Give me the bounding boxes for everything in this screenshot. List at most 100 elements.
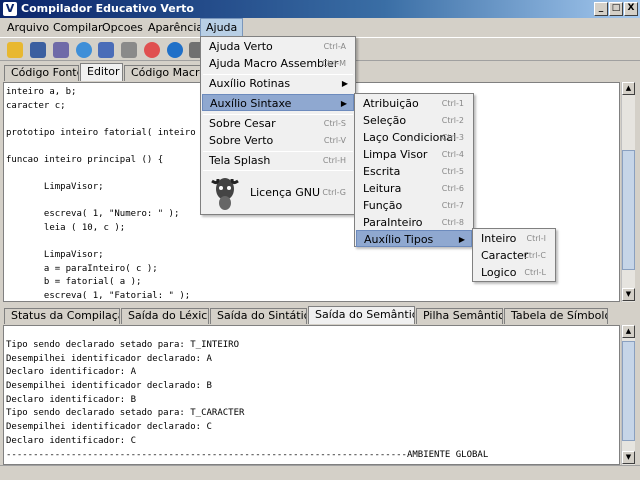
code-line: LimpaVisor;: [6, 250, 104, 261]
submenu-arrow-icon: ▶: [340, 99, 347, 108]
menu-item-auxilio-sintaxe[interactable]: Auxílio Sintaxe ▶: [202, 94, 354, 111]
app-logo-icon: V: [3, 2, 17, 16]
menu-item-auxilio-tipos[interactable]: Auxílio Tipos ▶: [356, 230, 472, 247]
scroll-up-icon[interactable]: ▲: [622, 82, 635, 95]
menu-item-atribuicao[interactable]: Atribuição Ctrl-1: [356, 95, 472, 112]
code-line: prototipo inteiro fatorial( inteiro: [6, 127, 196, 138]
menu-ajuda[interactable]: Ajuda: [200, 18, 244, 37]
menu-aparencia[interactable]: Aparência: [143, 18, 208, 37]
output-line: Declaro identificador: C: [6, 435, 137, 446]
code-line: caracter c;: [6, 100, 66, 111]
tools-button[interactable]: [119, 40, 139, 60]
editor-scrollbar[interactable]: ▲ ▼: [621, 82, 635, 302]
menu-item-limpa-visor[interactable]: Limpa Visor Ctrl-4: [356, 146, 472, 163]
menu-bar: Arquivo Compilar Opcoes Aparência Ajuda: [0, 18, 640, 37]
tab-editor[interactable]: Editor: [80, 63, 123, 81]
code-line: escreva( 1, "Numero: " );: [6, 209, 180, 220]
menu-item-selecao[interactable]: Seleção Ctrl-2: [356, 112, 472, 129]
output-scrollbar[interactable]: ▲ ▼: [621, 325, 635, 465]
gnu-icon: [211, 178, 239, 210]
open-button[interactable]: [5, 40, 25, 60]
output-line: Desempilhei identificador declarado: C: [6, 422, 212, 433]
menu-item-funcao[interactable]: Função Ctrl-7: [356, 197, 472, 214]
menu-item-laco-condicional[interactable]: Laço Condicional Ctrl-3: [356, 129, 472, 146]
output-scroll-thumb[interactable]: [622, 341, 635, 441]
minimize-button[interactable]: _: [594, 2, 608, 16]
menu-item-sobre-verto[interactable]: Sobre Verto Ctrl-V: [202, 132, 354, 149]
tab-saida-sintatico[interactable]: Saída do Sintático: [210, 308, 307, 324]
output-line: Declaro identificador: B: [6, 394, 137, 405]
save-all-button[interactable]: [51, 40, 71, 60]
tab-tabela-simbolos[interactable]: Tabela de Símbolos: [504, 308, 608, 324]
menu-item-ajuda-macro[interactable]: Ajuda Macro Assembler Ctrl-M: [202, 55, 354, 72]
menu-item-sobre-cesar[interactable]: Sobre Cesar Ctrl-S: [202, 115, 354, 132]
scroll-up-icon[interactable]: ▲: [622, 325, 635, 338]
editor-text: inteiro a, b; caracter c; prototipo inte…: [6, 86, 196, 301]
output-line: Declaro identificador: A: [6, 367, 137, 378]
help-ring-button[interactable]: [142, 40, 162, 60]
build-button[interactable]: [96, 40, 116, 60]
output-line: Tipo sendo declarado setado para: T_CARA…: [6, 408, 245, 419]
code-line: funcao inteiro principal () {: [6, 154, 164, 165]
menu-item-tela-splash[interactable]: Tela Splash Ctrl-H: [202, 152, 354, 169]
submenu-arrow-icon: ▶: [458, 235, 465, 244]
output-line: Desempilhei identificador declarado: B: [6, 381, 212, 392]
code-line: a = paraInteiro( c );: [6, 263, 158, 274]
menu-item-inteiro[interactable]: Inteiro Ctrl-I: [474, 230, 554, 247]
tab-codigo-fonte[interactable]: Código Fonte: [4, 65, 79, 81]
code-line: b = fatorial( a );: [6, 277, 142, 288]
window-title: Compilador Educativo Verto: [21, 2, 194, 15]
tipos-submenu: Inteiro Ctrl-I Caracter Ctrl-C Logico Ctrl-…: [472, 228, 556, 282]
info-button[interactable]: [165, 40, 185, 60]
close-button[interactable]: X: [624, 2, 638, 16]
tab-pilha-semantica[interactable]: Pilha Semântica: [416, 308, 503, 324]
build-icon: [98, 42, 114, 58]
code-line: leia ( 10, c );: [6, 222, 126, 233]
tab-saida-semantico[interactable]: Saída do Semântico: [308, 306, 415, 324]
menu-item-auxilio-rotinas[interactable]: Auxílio Rotinas ▶: [202, 75, 354, 92]
code-line: escreva( 1, "Fatorial: " );: [6, 290, 191, 301]
maximize-button[interactable]: □: [609, 2, 623, 16]
status-bar: [0, 465, 640, 480]
menu-item-parainteiro[interactable]: ParaInteiro Ctrl-8: [356, 214, 472, 231]
menu-item-logico[interactable]: Logico Ctrl-L: [474, 264, 554, 281]
menu-item-licenca-gnu[interactable]: Licença GNU Ctrl-G: [202, 174, 354, 212]
info-icon: [167, 42, 183, 58]
menu-item-escrita[interactable]: Escrita Ctrl-5: [356, 163, 472, 180]
tab-status-compilacao[interactable]: Status da Compilação: [4, 308, 120, 324]
ajuda-menu: Ajuda Verto Ctrl-A Ajuda Macro Assembler C…: [200, 36, 356, 215]
tools-icon: [121, 42, 137, 58]
tab-saida-lexico[interactable]: Saída do Léxico: [121, 308, 209, 324]
editor-scroll-thumb[interactable]: [622, 150, 635, 270]
output-line: Tipo sendo declarado setado para: T_INTE…: [6, 340, 239, 350]
code-line: inteiro a, b;: [6, 87, 77, 97]
save-icon: [30, 42, 46, 58]
menu-separator: [203, 170, 353, 171]
scroll-down-icon[interactable]: ▼: [622, 288, 635, 301]
menu-item-leitura[interactable]: Leitura Ctrl-6: [356, 180, 472, 197]
menu-arquivo[interactable]: Arquivo: [2, 18, 54, 37]
scroll-down-icon[interactable]: ▼: [622, 451, 635, 464]
output-line: ----------------------------------------…: [6, 449, 489, 460]
output-tabs: Status da Compilação Saída do Léxico Saí…: [0, 306, 640, 324]
refresh-icon: [76, 42, 92, 58]
help-ring-icon: [144, 42, 160, 58]
menu-item-caracter[interactable]: Caracter Ctrl-C: [474, 247, 554, 264]
submenu-arrow-icon: ▶: [341, 79, 348, 88]
title-bar: V Compilador Educativo Verto _ □ X: [0, 0, 640, 18]
menu-item-ajuda-verto[interactable]: Ajuda Verto Ctrl-A: [202, 38, 354, 55]
refresh-button[interactable]: [74, 40, 94, 60]
menu-opcoes[interactable]: Opcoes: [97, 18, 148, 37]
output-text: Tipo sendo declarado setado para: T_INTE…: [6, 339, 488, 462]
open-folder-icon: [7, 42, 23, 58]
sintaxe-submenu: Atribuição Ctrl-1 Seleção Ctrl-2 Laço Cond…: [354, 93, 474, 247]
output-line: Desempilhei identificador declarado: A: [6, 353, 212, 364]
tab-codigo-macroa[interactable]: Código MacroA: [124, 65, 202, 81]
output-panel[interactable]: Tipo sendo declarado setado para: T_INTE…: [3, 325, 620, 465]
save-button[interactable]: [28, 40, 48, 60]
